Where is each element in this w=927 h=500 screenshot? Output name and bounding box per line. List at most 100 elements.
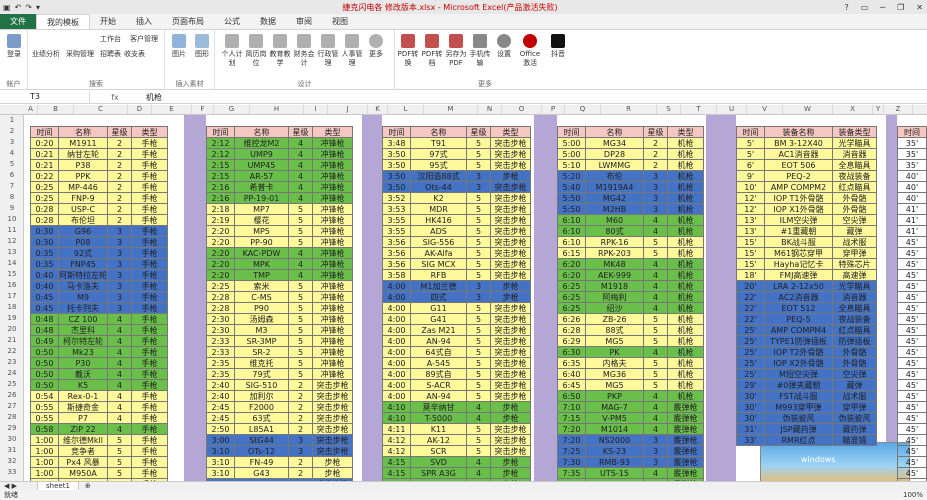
cell[interactable]: 5 bbox=[107, 456, 132, 468]
cell[interactable]: 4:12 bbox=[382, 434, 411, 446]
cell[interactable]: A-545 bbox=[410, 357, 467, 369]
cell[interactable]: 机枪 bbox=[667, 148, 704, 160]
cell[interactable]: 4 bbox=[288, 137, 313, 149]
cell[interactable]: PP-90 bbox=[234, 236, 289, 248]
cell[interactable]: Hayha记忆卡 bbox=[764, 258, 833, 270]
cell[interactable]: 5 bbox=[643, 313, 668, 325]
cell[interactable]: 29' bbox=[736, 379, 765, 391]
cell[interactable]: M1911 bbox=[58, 137, 108, 149]
cell[interactable]: 突击步枪 bbox=[490, 258, 531, 270]
cell[interactable]: 6:25 bbox=[557, 280, 586, 292]
tab-review[interactable]: 审阅 bbox=[286, 14, 322, 29]
cell[interactable]: 5 bbox=[643, 368, 668, 380]
cell[interactable]: EOT 512 bbox=[764, 302, 833, 314]
cell[interactable]: MP-446 bbox=[58, 181, 108, 193]
cell[interactable]: 樱花 bbox=[234, 214, 289, 226]
cell[interactable]: 突击步枪 bbox=[490, 148, 531, 160]
cell[interactable]: 4 bbox=[107, 379, 132, 391]
name-box[interactable]: T3 bbox=[0, 92, 90, 103]
cell[interactable]: 5 bbox=[466, 214, 491, 226]
cell[interactable]: K11 bbox=[410, 423, 467, 435]
cell[interactable]: 3:00 bbox=[206, 434, 235, 446]
cell[interactable]: 1:00 bbox=[30, 467, 59, 479]
cell[interactable]: AK-Alfa bbox=[410, 247, 467, 259]
column-header[interactable]: P bbox=[542, 105, 565, 115]
cell[interactable]: 25' bbox=[736, 368, 765, 380]
cell[interactable]: 6:10 bbox=[557, 214, 586, 226]
cell[interactable]: 4:10 bbox=[382, 401, 411, 413]
login-button[interactable]: 登录 bbox=[3, 34, 25, 59]
cell[interactable]: 5 bbox=[466, 236, 491, 248]
cell[interactable]: IOP X1外骨骼 bbox=[764, 203, 833, 215]
cell[interactable]: 2 bbox=[288, 379, 313, 391]
cell[interactable]: 5 bbox=[466, 258, 491, 270]
cell[interactable]: 步枪 bbox=[312, 467, 353, 479]
cell[interactable]: P90 bbox=[234, 302, 289, 314]
cell[interactable]: 3:48 bbox=[382, 137, 411, 149]
row-header[interactable]: 18 bbox=[0, 302, 24, 313]
cell[interactable]: 41' bbox=[897, 214, 927, 226]
cell[interactable]: 80式 bbox=[585, 225, 644, 237]
table-header-cell[interactable]: 星级 bbox=[643, 126, 668, 138]
cell[interactable]: 5' bbox=[736, 137, 765, 149]
cell[interactable]: 5 bbox=[466, 368, 491, 380]
column-header[interactable]: C bbox=[74, 105, 128, 115]
cell[interactable]: 5 bbox=[466, 346, 491, 358]
row-header[interactable]: 7 bbox=[0, 181, 24, 192]
cell[interactable]: 2 bbox=[107, 159, 132, 171]
column-header[interactable]: N bbox=[478, 105, 502, 115]
cell[interactable]: SR-3MP bbox=[234, 335, 289, 347]
cell[interactable]: 7:20 bbox=[557, 434, 586, 446]
cell[interactable]: 机枪 bbox=[667, 214, 704, 226]
cell[interactable]: 全息瞄具 bbox=[832, 159, 877, 171]
cell[interactable]: 64式自 bbox=[410, 346, 467, 358]
cell[interactable]: M60 bbox=[585, 214, 644, 226]
tab-formulas[interactable]: 公式 bbox=[214, 14, 250, 29]
cell[interactable]: 4 bbox=[107, 324, 132, 336]
cell[interactable]: 2 bbox=[107, 148, 132, 160]
cell[interactable]: 0:45 bbox=[30, 291, 59, 303]
cell[interactable]: 5:00 bbox=[557, 148, 586, 160]
tab-insert[interactable]: 插入 bbox=[126, 14, 162, 29]
fx-icon[interactable]: fx bbox=[90, 93, 140, 102]
pdf-convert-button[interactable]: PDF转换 bbox=[397, 34, 419, 68]
cell[interactable]: 霰弹枪 bbox=[667, 456, 704, 468]
cell[interactable]: 加利尔 bbox=[234, 390, 289, 402]
cell[interactable]: 4:00 bbox=[382, 346, 411, 358]
cell[interactable]: 2 bbox=[107, 192, 132, 204]
cell[interactable]: M短空尖弹 bbox=[764, 368, 833, 380]
cell[interactable]: 3:50 bbox=[382, 148, 411, 160]
row-header[interactable]: 22 bbox=[0, 346, 24, 357]
cell[interactable]: 5 bbox=[643, 247, 668, 259]
cell[interactable]: FNP45 bbox=[58, 258, 108, 270]
cell[interactable]: 0:20 bbox=[30, 137, 59, 149]
cell[interactable]: 45' bbox=[897, 313, 927, 325]
cell[interactable]: SR-2 bbox=[234, 346, 289, 358]
cell[interactable]: 托卡列夫 bbox=[58, 302, 108, 314]
cell[interactable]: 手枪 bbox=[131, 357, 168, 369]
cell[interactable]: 6:45 bbox=[557, 379, 586, 391]
cell[interactable]: 外骨骼 bbox=[832, 346, 877, 358]
education-button[interactable]: 教育教学 bbox=[269, 34, 291, 68]
cell[interactable]: 穿甲弹 bbox=[832, 247, 877, 259]
cell[interactable]: 3 bbox=[107, 291, 132, 303]
cell[interactable]: 手枪 bbox=[131, 247, 168, 259]
cell[interactable]: 机枪 bbox=[667, 357, 704, 369]
cell[interactable]: 4 bbox=[643, 269, 668, 281]
cell[interactable]: 4:00 bbox=[382, 379, 411, 391]
cell[interactable]: 3:55 bbox=[382, 225, 411, 237]
cell[interactable]: 步枪 bbox=[312, 456, 353, 468]
column-header[interactable]: T bbox=[681, 105, 717, 115]
row-header[interactable]: 26 bbox=[0, 390, 24, 401]
cell[interactable]: KS-23 bbox=[585, 445, 644, 457]
performance-analysis-button[interactable]: 业绩分析 bbox=[32, 49, 60, 59]
row-header[interactable]: 10 bbox=[0, 214, 24, 225]
cell[interactable]: 冲锋枪 bbox=[312, 302, 353, 314]
cell[interactable]: 红点瞄具 bbox=[832, 181, 877, 193]
cell[interactable]: FNP-9 bbox=[58, 192, 108, 204]
ribbon-display-icon[interactable]: ▭ bbox=[861, 3, 869, 12]
cell[interactable]: 3 bbox=[466, 280, 491, 292]
cell[interactable]: 40' bbox=[897, 181, 927, 193]
cell[interactable]: 4 bbox=[107, 401, 132, 413]
row-header[interactable]: 25 bbox=[0, 379, 24, 390]
